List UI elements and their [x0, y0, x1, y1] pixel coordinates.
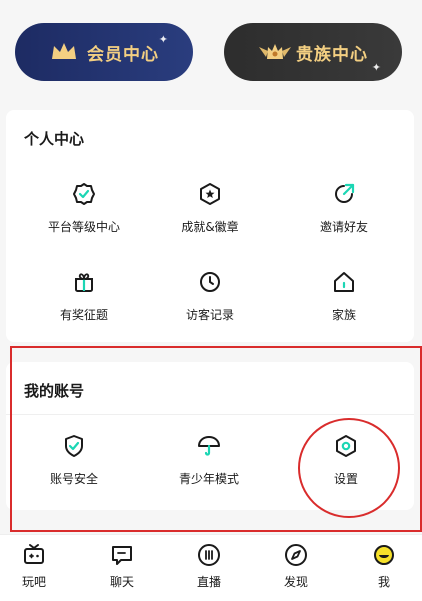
badge-check-icon	[73, 183, 95, 205]
crown-icon	[49, 39, 79, 65]
grid-item-label: 平台等级中心	[47, 220, 120, 234]
highlight-circle	[298, 418, 400, 518]
personal-center-card: 个人中心 平台等级中心 成就&徽章 邀请好友 有奖征题 访客记录 家族	[6, 110, 414, 342]
nav-label: 玩吧	[21, 575, 46, 589]
nav-label: 发现	[283, 575, 308, 589]
smiley-icon	[374, 545, 394, 565]
grid-item-invite-friends[interactable]: 邀请好友	[284, 182, 404, 235]
grid-item-label: 访客记录	[185, 308, 234, 322]
grid-item-label: 家族	[331, 308, 356, 322]
nav-item-discover[interactable]: 发现	[266, 543, 326, 590]
chat-icon	[112, 546, 132, 565]
bottom-nav: 玩吧 聊天 直播 发现 我	[0, 534, 422, 601]
nav-label: 我	[377, 575, 390, 589]
gift-icon	[75, 273, 93, 292]
noble-center-button[interactable]: 贵族中心 ✦	[224, 23, 402, 81]
grid-item-prize-questions[interactable]: 有奖征题	[24, 270, 144, 323]
grid-item-achievements[interactable]: 成就&徽章	[150, 182, 270, 235]
star-hexagon-icon	[200, 183, 220, 205]
nav-item-chat[interactable]: 聊天	[92, 543, 152, 590]
nav-item-live[interactable]: 直播	[179, 543, 239, 590]
vip-center-button[interactable]: 会员中心 ✦	[15, 23, 193, 81]
share-arrow-icon	[335, 183, 355, 203]
grid-item-label: 有奖征题	[59, 308, 108, 322]
grid-item-label: 成就&徽章	[181, 220, 239, 234]
live-icon	[198, 544, 220, 566]
vip-center-label: 会员中心	[87, 44, 159, 65]
grid-item-visitor-log[interactable]: 访客记录	[150, 270, 270, 323]
grid-item-family[interactable]: 家族	[284, 270, 404, 323]
grid-item-level-center[interactable]: 平台等级中心	[24, 182, 144, 235]
nav-label: 直播	[196, 575, 221, 589]
compass-icon	[285, 544, 307, 566]
nav-item-play[interactable]: 玩吧	[4, 543, 64, 590]
sparkle-icon: ✦	[371, 61, 382, 74]
nav-label: 聊天	[109, 575, 134, 589]
personal-center-title: 个人中心	[24, 130, 85, 148]
home-icon	[334, 272, 354, 292]
grid-item-label: 邀请好友	[319, 220, 368, 234]
nav-item-me[interactable]: 我	[354, 543, 414, 590]
sparkle-icon: ✦	[158, 33, 169, 46]
game-icon	[24, 544, 44, 564]
top-buttons: 会员中心 ✦ 贵族中心 ✦	[0, 0, 422, 100]
clock-icon	[200, 272, 220, 292]
winged-crown-icon	[258, 39, 291, 65]
noble-center-label: 贵族中心	[296, 44, 368, 65]
